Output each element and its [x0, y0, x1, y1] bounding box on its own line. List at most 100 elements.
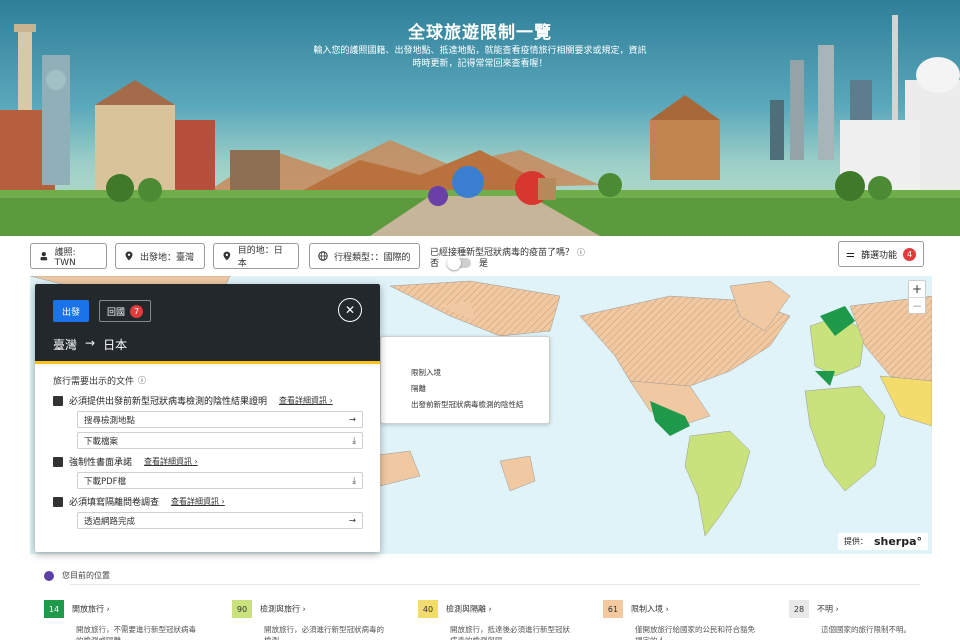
map-tooltip: 限制入境 隔離 出發前新型冠狀病毒檢測的陰性結	[380, 336, 550, 424]
document-icon	[53, 395, 63, 406]
destination-filter-label: 目的地：日本	[237, 246, 283, 269]
passport-filter[interactable]: 護照: TWN	[30, 243, 107, 269]
filter-icon: ⚌	[846, 248, 855, 260]
legend-count: 61	[603, 600, 623, 618]
arrow-right-icon: →	[85, 336, 96, 350]
map-tooltip-line3: 出發前新型冠狀病毒檢測的陰性結	[411, 400, 524, 409]
legend-title: 檢測與隔離 ›	[446, 604, 492, 614]
legend-item[interactable]: 61 限制入境 › 僅開放旅行給國家的公民和符合豁免規定的人。	[603, 600, 755, 640]
travel-requirements-panel: 出發 回國 7 ✕ 臺灣 → 日本 旅行需要出示的文件 ⓘ 必須提供出發前新型冠…	[35, 284, 380, 552]
requirement-item: 必須提供出發前新型冠狀病毒檢測的陰性結果證明 查看詳細資訊 ›	[53, 394, 362, 407]
action-label: 透過網路完成	[84, 516, 136, 527]
hero-banner: 全球旅遊限制一覽 輸入您的護照國籍、出發地點、抵達地點，就能查看疫情旅行相關要求…	[0, 0, 960, 236]
vaccinated-switch[interactable]	[447, 255, 472, 270]
legend-description: 開放旅行，必須進行新型冠狀病毒的檢測	[264, 625, 384, 640]
legend-title: 限制入境 ›	[631, 604, 669, 614]
action-label: 下載PDF檔	[84, 476, 127, 487]
toggle-yes-label: 是	[479, 259, 489, 269]
legend-item[interactable]: 14 開放旅行 › 開放旅行，不需要進行新型冠狀病毒的檢測或隔離	[44, 600, 196, 640]
requirement-label: 必須提供出發前新型冠狀病毒檢測的陰性結果證明	[69, 397, 268, 407]
arrow-right-icon: →	[348, 414, 356, 425]
current-location-label: 您目前的位置	[62, 571, 110, 580]
route-to: 日本	[103, 338, 128, 352]
destination-filter[interactable]: 目的地：日本	[213, 243, 299, 269]
legend-item[interactable]: 90 檢測與旅行 › 開放旅行，必須進行新型冠狀病毒的檢測	[232, 600, 384, 640]
route-from: 臺灣	[53, 338, 78, 352]
documents-title-text: 旅行需要出示的文件	[53, 377, 135, 387]
map-tooltip-line2: 隔離	[411, 384, 426, 393]
download-icon: ⤓	[352, 475, 356, 486]
current-location[interactable]: 您目前的位置	[44, 570, 110, 581]
feature-filter-count: 4	[902, 247, 916, 261]
legend-count: 28	[789, 600, 809, 618]
zoom-in-button[interactable]: +	[909, 281, 925, 297]
details-link[interactable]: 查看詳細資訊 ›	[171, 496, 225, 507]
feature-filter-label: 篩選功能	[860, 250, 897, 261]
zoom-out-button[interactable]: −	[909, 297, 925, 313]
documents-section-title: 旅行需要出示的文件 ⓘ	[53, 374, 362, 387]
requirement-label: 強制性書面承諾	[69, 458, 133, 468]
help-icon[interactable]: ⓘ	[577, 248, 585, 257]
passport-filter-label: 護照: TWN	[54, 247, 76, 268]
help-icon[interactable]: ⓘ	[138, 375, 146, 386]
globe-icon	[318, 251, 328, 261]
action-row[interactable]: 下載檔案 ⤓	[77, 432, 363, 449]
vaccinated-toggle[interactable]: 否 是	[430, 255, 489, 270]
tab-return-label: 回國	[106, 307, 125, 318]
map-legend: 14 開放旅行 › 開放旅行，不需要進行新型冠狀病毒的檢測或隔離 90 檢測與旅行 …	[0, 600, 960, 640]
download-icon: ⤓	[352, 435, 356, 446]
details-link[interactable]: 查看詳細資訊 ›	[144, 456, 198, 467]
divider	[70, 584, 920, 585]
route-heading: 臺灣 → 日本	[53, 336, 127, 353]
location-icon	[44, 570, 54, 581]
action-row[interactable]: 搜尋檢測地點 →	[77, 411, 363, 428]
pin-icon	[223, 251, 231, 261]
panel-body: 旅行需要出示的文件 ⓘ 必須提供出發前新型冠狀病毒檢測的陰性結果證明 查看詳細資…	[35, 364, 380, 529]
legend-item[interactable]: 28 不明 › 這個國家的旅行限制不明。	[789, 600, 941, 635]
tab-return[interactable]: 回國 7	[99, 300, 151, 322]
panel-header: 出發 回國 7 ✕ 臺灣 → 日本	[35, 284, 380, 364]
sherpa-logo[interactable]: sherpa°	[874, 535, 922, 548]
legend-count: 90	[232, 600, 252, 618]
close-button[interactable]: ✕	[338, 298, 362, 322]
map-credit: 提供： sherpa°	[837, 533, 928, 550]
document-icon	[53, 456, 63, 467]
origin-filter[interactable]: 出發地：臺灣	[115, 243, 205, 269]
switch-knob	[447, 255, 462, 270]
tab-outbound[interactable]: 出發	[53, 300, 89, 322]
requirement-label: 必須填寫隔離問卷調查	[69, 498, 160, 508]
action-label: 下載檔案	[84, 436, 119, 447]
hero-subtitle-line2: 時時更新，記得常常回來查看喔！	[412, 59, 548, 69]
zoom-control: + −	[908, 280, 926, 314]
tab-return-count: 7	[130, 304, 143, 318]
feature-filter-button[interactable]: ⚌ 篩選功能 4	[838, 241, 924, 267]
legend-description: 僅開放旅行給國家的公民和符合豁免規定的人。	[635, 625, 755, 640]
map-tooltip-line1: 限制入境	[411, 368, 441, 377]
arrow-right-icon: →	[348, 515, 356, 526]
trip-type-filter-label: 行程類型：：國際的	[334, 252, 411, 263]
hero-subtitle-line1: 輸入您的護照國籍、出發地點、抵達地點，就能查看疫情旅行相關要求或規定，資訊	[313, 46, 647, 56]
action-label: 搜尋檢測地點	[84, 415, 136, 426]
hero-subtitle: 輸入您的護照國籍、出發地點、抵達地點，就能查看疫情旅行相關要求或規定，資訊 時時…	[300, 45, 660, 71]
legend-title: 檢測與旅行 ›	[260, 604, 306, 614]
person-icon	[40, 251, 48, 261]
requirement-item: 強制性書面承諾 查看詳細資訊 ›	[53, 455, 362, 468]
legend-count: 14	[44, 600, 64, 618]
legend-item[interactable]: 40 檢測與隔離 › 開放旅行，抵達後必須進行新型冠狀病毒的檢測與隔	[418, 600, 570, 640]
legend-count: 40	[418, 600, 438, 618]
pin-icon	[125, 251, 133, 261]
action-row[interactable]: 透過網路完成 →	[77, 512, 363, 529]
toggle-no-label: 否	[430, 259, 440, 269]
details-link[interactable]: 查看詳細資訊 ›	[279, 395, 333, 406]
hero-title: 全球旅遊限制一覽	[408, 23, 552, 43]
credit-prefix: 提供：	[843, 537, 868, 546]
document-icon	[53, 496, 63, 507]
requirement-item: 必須填寫隔離問卷調查 查看詳細資訊 ›	[53, 495, 362, 508]
legend-title: 不明 ›	[817, 604, 839, 614]
origin-filter-label: 出發地：臺灣	[140, 252, 195, 263]
action-row[interactable]: 下載PDF檔 ⤓	[77, 472, 363, 489]
legend-title: 開放旅行 ›	[72, 604, 110, 614]
trip-type-filter[interactable]: 行程類型：：國際的	[309, 243, 420, 269]
legend-description: 這個國家的旅行限制不明。	[821, 625, 911, 634]
legend-description: 開放旅行，抵達後必須進行新型冠狀病毒的檢測與隔	[450, 625, 570, 640]
